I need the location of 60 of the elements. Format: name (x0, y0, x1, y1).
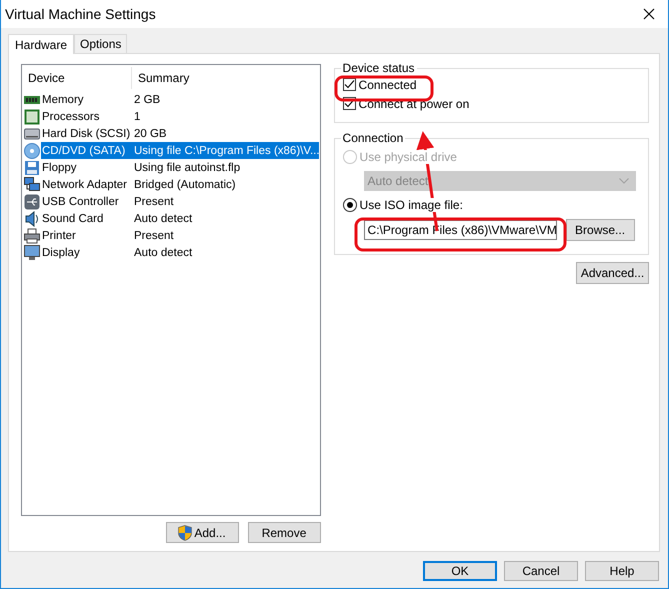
radio-label: Use ISO image file: (360, 198, 465, 212)
dialog-button[interactable]: OK (423, 561, 497, 581)
advanced-button[interactable]: Advanced... (576, 262, 649, 284)
window-title: Virtual Machine Settings (5, 6, 156, 22)
checkbox-label: Connected (358, 78, 417, 92)
device-summary: Bridged (Automatic) (134, 178, 236, 190)
device-row[interactable]: Sound Card Auto detect (41, 210, 319, 227)
checkbox[interactable] (342, 78, 356, 91)
close-icon[interactable] (643, 8, 655, 20)
device-name: Sound Card (41, 212, 104, 224)
device-name: Printer (41, 230, 77, 242)
device-row[interactable]: Display Auto detect (41, 244, 319, 261)
device-row[interactable]: Processors 1 (41, 108, 319, 125)
chip-icon (24, 108, 40, 124)
browse-button[interactable]: Browse... (566, 219, 635, 241)
device-name: Floppy (41, 162, 78, 174)
device-button[interactable]: Add... (166, 522, 239, 543)
device-name: Display (41, 246, 81, 258)
tab[interactable]: Hardware (8, 34, 74, 54)
radio-label: Use physical drive (360, 150, 459, 164)
device-name: CD/DVD (SATA) (41, 144, 126, 156)
device-name: USB Controller (41, 196, 120, 208)
printer-icon (24, 228, 40, 244)
device-name: Hard Disk (SCSI) (41, 128, 132, 140)
device-summary: 20 GB (134, 128, 167, 140)
tab[interactable]: Options (74, 34, 128, 53)
shield-icon (178, 524, 192, 540)
device-summary: Using file C:\Program Files (x86)\V... (134, 144, 320, 156)
device-name: Memory (41, 94, 85, 106)
device-row[interactable]: CD/DVD (SATA) Using file C:\Program Files (x86)\V... (41, 142, 319, 159)
device-summary: Auto detect (134, 246, 192, 258)
device-row[interactable]: Floppy Using file autoinst.flp (41, 159, 319, 176)
device-name: Network Adapter (41, 178, 128, 190)
device-summary: 1 (134, 110, 140, 122)
device-summary: Present (134, 196, 174, 208)
speaker-icon (24, 210, 40, 226)
dropdown[interactable]: C:\Program Files (x86)\VMware\VM (364, 220, 557, 240)
usb-icon (24, 194, 40, 210)
column-header[interactable]: Summary (132, 71, 190, 85)
dialog-button[interactable]: Help (585, 561, 659, 581)
dialog-button[interactable]: Cancel (504, 561, 578, 581)
chevron-down-icon (618, 178, 629, 184)
device-row[interactable]: USB Controller Present (41, 193, 319, 210)
device-row[interactable]: Memory 2 GB (41, 91, 319, 108)
network-monitors-icon (24, 176, 40, 192)
device-summary: Auto detect (134, 212, 192, 224)
column-header[interactable]: Device (22, 67, 132, 89)
group-title: Device status (342, 61, 416, 75)
device-row[interactable]: Network Adapter Bridged (Automatic) (41, 176, 319, 193)
device-row[interactable]: Printer Present (41, 227, 319, 244)
group-title: Connection (342, 131, 404, 145)
radio-button[interactable] (342, 198, 357, 212)
device-summary: Present (134, 230, 174, 242)
device-button[interactable]: Remove (248, 522, 321, 543)
device-summary: Using file autoinst.flp (134, 162, 240, 174)
device-row[interactable]: Hard Disk (SCSI) 20 GB (41, 125, 319, 142)
device-summary: 2 GB (134, 94, 160, 106)
device-name: Processors (41, 110, 101, 122)
disc-icon (24, 142, 40, 158)
monitor-icon (24, 244, 40, 260)
